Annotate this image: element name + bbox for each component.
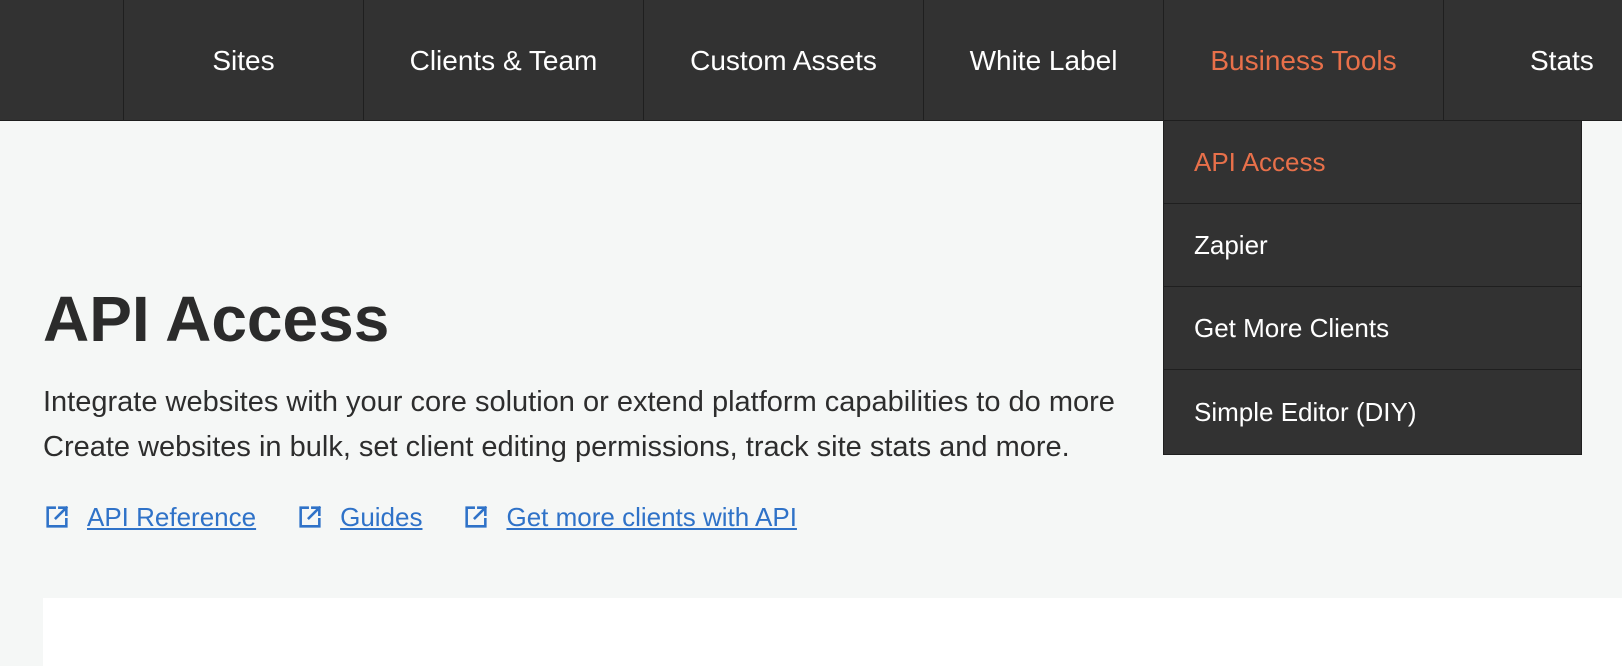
dropdown-item-api-access[interactable]: API Access bbox=[1164, 121, 1581, 204]
get-more-clients-api-link[interactable]: Get more clients with API bbox=[462, 501, 797, 533]
description-line-1: Integrate websites with your core soluti… bbox=[43, 386, 1115, 418]
description-line-2: Create websites in bulk, set client edit… bbox=[43, 431, 1070, 463]
external-link-icon bbox=[299, 505, 322, 528]
guides-label: Guides bbox=[340, 501, 423, 532]
external-link-icon bbox=[46, 505, 69, 528]
api-reference-link[interactable]: API Reference bbox=[43, 502, 256, 533]
guides-link[interactable]: Guides bbox=[296, 502, 422, 533]
top-navigation: Sites Clients & Team Custom Assets White… bbox=[0, 0, 1622, 121]
nav-item-clients-team[interactable]: Clients & Team bbox=[363, 0, 643, 121]
page-description: Integrate websites with your core soluti… bbox=[43, 380, 1183, 470]
nav-item-business-tools[interactable]: Business Tools bbox=[1163, 0, 1443, 121]
dropdown-item-zapier[interactable]: Zapier bbox=[1164, 204, 1581, 287]
dropdown-item-get-more-clients[interactable]: Get More Clients bbox=[1164, 287, 1581, 370]
nav-item-sites[interactable]: Sites bbox=[123, 0, 363, 121]
nav-item-custom-assets[interactable]: Custom Assets bbox=[643, 0, 923, 121]
business-tools-dropdown: API Access Zapier Get More Clients Simpl… bbox=[1163, 121, 1582, 455]
nav-item-stats[interactable]: Stats bbox=[1443, 0, 1622, 121]
resource-links: API Reference Guides Get more clients wi… bbox=[43, 497, 837, 537]
api-reference-label: API Reference bbox=[87, 501, 257, 532]
content-card bbox=[43, 598, 1622, 666]
nav-item-white-label[interactable]: White Label bbox=[923, 0, 1163, 121]
get-more-clients-api-label: Get more clients with API bbox=[506, 501, 797, 532]
page-title: API Access bbox=[43, 283, 390, 355]
dropdown-item-simple-editor[interactable]: Simple Editor (DIY) bbox=[1164, 370, 1581, 454]
external-link-icon bbox=[465, 505, 488, 528]
